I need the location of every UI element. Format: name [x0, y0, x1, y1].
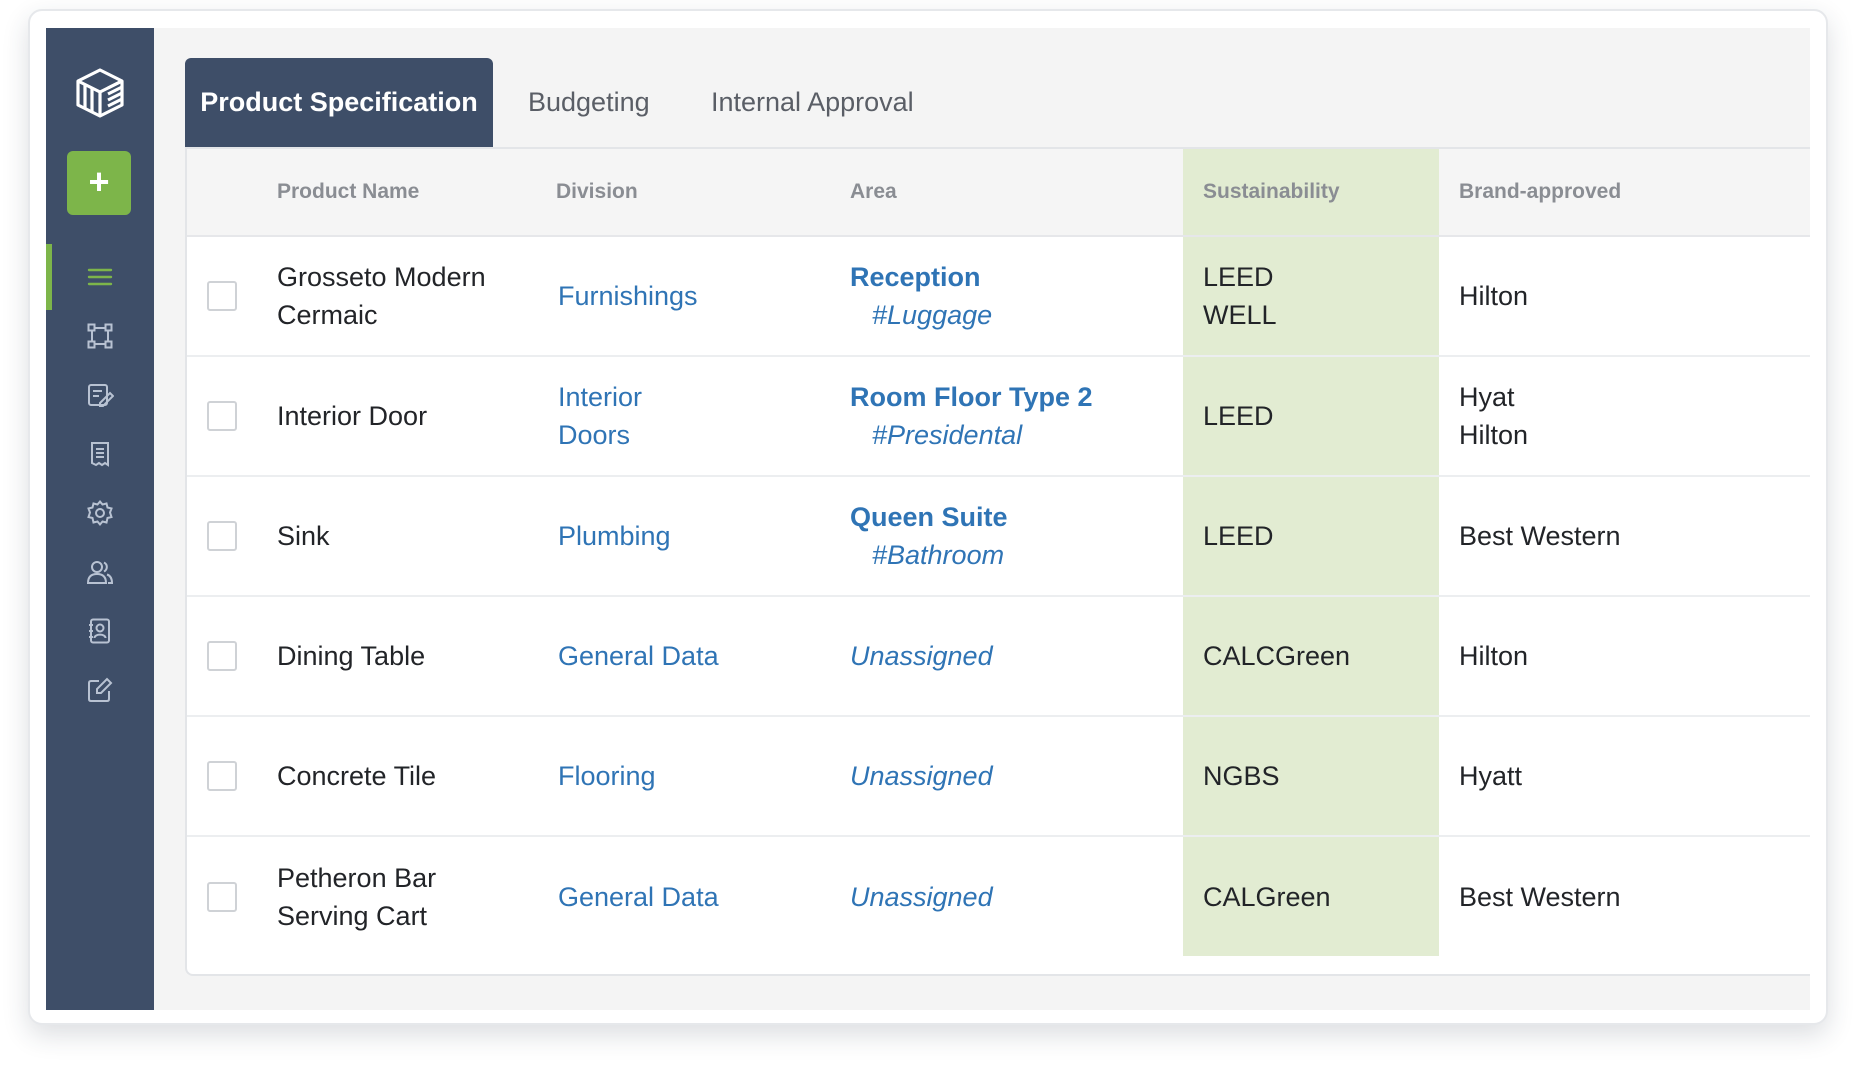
area-cell: Unassigned: [850, 716, 1183, 836]
sidebar-item-specs[interactable]: [46, 362, 154, 428]
area-tag-link[interactable]: #Luggage: [850, 296, 1183, 334]
row-checkbox[interactable]: [207, 641, 237, 671]
brand-cell: Best Western: [1459, 881, 1621, 912]
area-cell: Unassigned: [850, 596, 1183, 716]
main-content: Product Specification Budgeting Internal…: [154, 28, 1810, 1010]
tab-product-specification[interactable]: Product Specification: [185, 58, 493, 147]
tab-internal-approval[interactable]: Internal Approval: [711, 58, 914, 147]
product-name: Petheron Bar Serving Cart: [277, 862, 437, 931]
product-table: Product Name Division Area Sustainabilit…: [187, 149, 1810, 956]
sidebar-item-settings[interactable]: [46, 480, 154, 546]
division-link[interactable]: Interior Doors: [556, 356, 850, 476]
header-area[interactable]: Area: [850, 149, 1183, 237]
pencil-square-icon: [88, 677, 113, 702]
division-link[interactable]: Flooring: [556, 716, 850, 836]
table-row[interactable]: Sink Plumbing Queen Suite #Bathroom LEED …: [187, 476, 1810, 596]
row-checkbox[interactable]: [207, 521, 237, 551]
division-link[interactable]: Furnishings: [556, 236, 850, 356]
table-row[interactable]: Concrete Tile Flooring Unassigned NGBS H…: [187, 716, 1810, 836]
tab-budgeting[interactable]: Budgeting: [528, 58, 650, 147]
product-name: Interior Door: [277, 401, 428, 431]
gear-icon: [87, 499, 113, 527]
sidebar-item-shapes[interactable]: [46, 303, 154, 369]
list-icon: [87, 268, 113, 286]
table-row[interactable]: Interior Door Interior Doors Room Floor T…: [187, 356, 1810, 476]
product-name: Dining Table: [277, 641, 426, 671]
product-table-card: Product Name Division Area Sustainabilit…: [185, 147, 1810, 976]
division-link[interactable]: General Data: [556, 836, 850, 956]
division-link[interactable]: Plumbing: [556, 476, 850, 596]
add-button[interactable]: +: [67, 151, 131, 215]
sustainability-cell: LEED: [1183, 476, 1439, 596]
division-link[interactable]: General Data: [556, 596, 850, 716]
vector-shape-icon: [87, 323, 113, 349]
tab-bar: Product Specification Budgeting Internal…: [185, 58, 1810, 147]
area-tag-link[interactable]: #Bathroom: [850, 536, 1183, 574]
header-select: [187, 149, 277, 237]
table-header-row: Product Name Division Area Sustainabilit…: [187, 149, 1810, 237]
table-row[interactable]: Grosseto Modern Cermaic Furnishings Recep…: [187, 236, 1810, 356]
edit-document-icon: [88, 384, 114, 407]
area-cell: Queen Suite #Bathroom: [850, 476, 1183, 596]
area-room-link[interactable]: Reception: [850, 258, 1183, 296]
logo-icon: [76, 68, 124, 118]
sidebar-item-notes[interactable]: [46, 657, 154, 723]
row-checkbox[interactable]: [207, 281, 237, 311]
product-name: Concrete Tile: [277, 761, 437, 791]
header-product-name[interactable]: Product Name: [277, 149, 556, 237]
area-unassigned-link[interactable]: Unassigned: [850, 757, 1183, 795]
brand-cell: Hilton: [1459, 281, 1529, 311]
sustainability-cell: CALCGreen: [1183, 596, 1439, 716]
table-row[interactable]: Dining Table General Data Unassigned CAL…: [187, 596, 1810, 716]
area-cell: Reception #Luggage: [850, 236, 1183, 356]
area-tag-link[interactable]: #Presidental: [850, 416, 1183, 454]
row-checkbox[interactable]: [207, 761, 237, 791]
sustainability-cell: CALGreen: [1183, 836, 1439, 956]
brand-cell: Hyat Hilton: [1459, 382, 1529, 450]
sidebar-item-receipts[interactable]: [46, 421, 154, 487]
product-name: Sink: [277, 521, 330, 551]
row-checkbox[interactable]: [207, 401, 237, 431]
sidebar-item-users[interactable]: [46, 539, 154, 605]
header-division[interactable]: Division: [556, 149, 850, 237]
brand-cell: Best Western: [1459, 521, 1621, 551]
receipt-icon: [91, 442, 109, 467]
header-brand-approved[interactable]: Brand-approved: [1439, 149, 1810, 237]
area-unassigned-link[interactable]: Unassigned: [850, 637, 1183, 675]
area-room-link[interactable]: Room Floor Type 2: [850, 378, 1183, 416]
users-icon: [86, 561, 114, 584]
sidebar: +: [46, 28, 154, 1010]
brand-cell: Hilton: [1459, 641, 1529, 671]
header-sustainability[interactable]: Sustainability: [1183, 149, 1439, 237]
area-unassigned-link[interactable]: Unassigned: [850, 878, 1183, 916]
table-row[interactable]: Petheron Bar Serving Cart General Data Un…: [187, 836, 1810, 956]
sustainability-cell: LEED WELL: [1183, 236, 1439, 356]
area-room-link[interactable]: Queen Suite: [850, 498, 1183, 536]
sustainability-cell: LEED: [1183, 356, 1439, 476]
brand-cell: Hyatt: [1459, 761, 1523, 791]
row-checkbox[interactable]: [207, 881, 237, 912]
sidebar-item-list[interactable]: [46, 244, 154, 310]
product-name: Grosseto Modern Cermaic: [277, 262, 486, 330]
sidebar-item-contacts[interactable]: [46, 598, 154, 664]
sustainability-cell: NGBS: [1183, 716, 1439, 836]
contact-book-icon: [89, 618, 110, 644]
area-cell: Room Floor Type 2 #Presidental: [850, 356, 1183, 476]
area-cell: Unassigned: [850, 836, 1183, 956]
